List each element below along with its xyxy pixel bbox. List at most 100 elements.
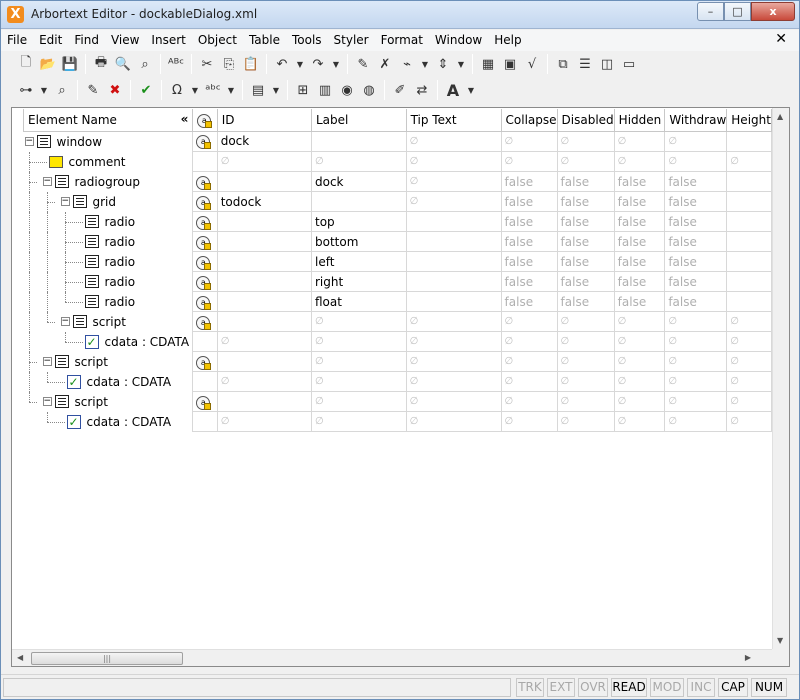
element-name[interactable]: grid — [93, 195, 117, 209]
attributes-cell[interactable] — [192, 371, 218, 392]
cell-withdraw[interactable]: ∅ — [664, 351, 728, 372]
cell-tip[interactable]: ∅ — [405, 411, 502, 432]
menu-tools[interactable]: Tools — [286, 30, 328, 51]
cell-label[interactable]: ∅ — [311, 351, 407, 372]
cell-disabled[interactable]: false — [556, 291, 615, 312]
menu-edit[interactable]: Edit — [33, 30, 68, 51]
cell-collapse[interactable]: false — [500, 211, 558, 232]
close-window-button[interactable]: x — [751, 2, 795, 21]
cell-height[interactable] — [726, 271, 772, 292]
column-header-height[interactable]: Height — [726, 109, 772, 132]
cell-id[interactable] — [216, 211, 313, 232]
tag-icon[interactable]: ⌁ — [396, 53, 418, 75]
grid-row[interactable]: ✓ cdata : CDATA ∅ ∅ ∅ ∅ ∅ ∅ ∅ ∅ — [24, 371, 772, 392]
attributes-cell[interactable]: a — [192, 211, 218, 232]
menu-help[interactable]: Help — [488, 30, 527, 51]
web-icon[interactable]: ◉ — [336, 79, 358, 101]
element-name[interactable]: radio — [105, 295, 136, 309]
edit-attributes-icon[interactable]: a — [196, 215, 212, 230]
grid-row[interactable]: − window a dock ∅ ∅ ∅ ∅ ∅ — [24, 130, 772, 152]
find-element-icon[interactable]: ⌕ — [51, 79, 73, 101]
cell-tip[interactable] — [405, 271, 502, 292]
element-tree-icon[interactable]: ⊶ — [15, 79, 37, 101]
dropdown-arrow-icon[interactable]: ▼ — [329, 53, 343, 75]
cell-withdraw[interactable]: ∅ — [664, 130, 728, 152]
element-name[interactable]: script — [75, 355, 108, 369]
cell-tip[interactable] — [405, 291, 502, 312]
insert-line-icon[interactable]: ⊞ — [292, 79, 314, 101]
vertical-scrollbar[interactable]: ▲ ▼ — [772, 108, 789, 649]
find-binoculars-icon[interactable]: ⌕ — [134, 53, 156, 75]
grid-row[interactable]: radio a right false false false false — [24, 271, 772, 292]
cell-label[interactable]: bottom — [311, 231, 407, 252]
font-size-icon[interactable]: A — [442, 79, 464, 101]
cell-id[interactable] — [216, 231, 313, 252]
attributes-cell[interactable]: a — [192, 251, 218, 272]
cell-tip[interactable]: ∅ — [405, 371, 502, 392]
cell-withdraw[interactable]: ∅ — [664, 151, 728, 172]
cell-height[interactable] — [726, 251, 772, 272]
element-name[interactable]: script — [93, 315, 126, 329]
grid-row[interactable]: − script a ∅ ∅ ∅ ∅ ∅ ∅ ∅ — [24, 391, 772, 412]
cell-withdraw[interactable]: ∅ — [664, 371, 728, 392]
cell-height[interactable] — [726, 130, 772, 152]
grid-row[interactable]: radio a bottom false false false false — [24, 231, 772, 252]
dropdown-arrow-icon[interactable]: ▼ — [188, 79, 202, 101]
paste-icon[interactable]: 📋 — [240, 53, 262, 75]
cell-label[interactable]: ∅ — [311, 411, 407, 432]
element-name[interactable]: radio — [105, 275, 136, 289]
edit-attributes-icon[interactable]: a — [196, 195, 212, 210]
cell-hidden[interactable]: false — [613, 291, 666, 312]
grid-row[interactable]: ✓ cdata : CDATA ∅ ∅ ∅ ∅ ∅ ∅ ∅ ∅ — [24, 331, 772, 352]
cell-height[interactable] — [726, 171, 772, 192]
tree-expander-icon[interactable]: − — [60, 196, 70, 206]
cell-label[interactable]: float — [311, 291, 407, 312]
edit-attributes-icon[interactable]: a — [196, 235, 212, 250]
cell-label[interactable]: dock — [311, 171, 407, 192]
menu-object[interactable]: Object — [192, 30, 243, 51]
cell-collapse[interactable]: false — [500, 271, 558, 292]
grid-row[interactable]: comment ∅ ∅ ∅ ∅ ∅ ∅ ∅ ∅ — [24, 151, 772, 172]
menu-table[interactable]: Table — [243, 30, 286, 51]
spell-icon[interactable]: ᵃᵇᶜ — [202, 79, 224, 101]
cell-tip[interactable]: ∅ — [405, 331, 502, 352]
cell-disabled[interactable]: ∅ — [556, 351, 615, 372]
element-name[interactable]: cdata : CDATA — [87, 415, 172, 429]
print-icon[interactable]: 🖶 — [90, 53, 112, 75]
edit-attributes-icon[interactable]: a — [196, 255, 212, 270]
cell-tip[interactable]: ∅ — [405, 151, 502, 172]
cell-label[interactable] — [311, 130, 407, 152]
cell-withdraw[interactable]: false — [664, 191, 728, 212]
attributes-cell[interactable] — [192, 331, 218, 352]
column-header-element-name[interactable]: Element Name « — [23, 109, 194, 132]
dropdown-arrow-icon[interactable]: ▼ — [293, 53, 307, 75]
cell-tip[interactable] — [405, 251, 502, 272]
cell-hidden[interactable]: false — [613, 171, 666, 192]
cell-label[interactable]: ∅ — [311, 311, 407, 332]
grid-row[interactable]: − script a ∅ ∅ ∅ ∅ ∅ ∅ ∅ — [24, 311, 772, 332]
attributes-cell[interactable]: a — [192, 271, 218, 292]
cell-collapse[interactable]: ∅ — [500, 151, 558, 172]
dropdown-arrow-icon[interactable]: ▼ — [269, 79, 283, 101]
cell-collapse[interactable]: ∅ — [500, 351, 558, 372]
cell-label[interactable]: left — [311, 251, 407, 272]
menu-insert[interactable]: Insert — [145, 30, 191, 51]
cell-disabled[interactable]: ∅ — [556, 411, 615, 432]
attributes-cell[interactable]: a — [192, 351, 218, 372]
dropdown-arrow-icon[interactable]: ▼ — [454, 53, 468, 75]
new-document-icon[interactable]: 🗋 — [15, 53, 37, 75]
cell-tip[interactable]: ∅ — [405, 171, 502, 192]
cell-collapse[interactable]: ∅ — [500, 331, 558, 352]
element-name[interactable]: radio — [105, 235, 136, 249]
column-header-collapse[interactable]: Collapse — [500, 109, 558, 132]
cell-withdraw[interactable]: ∅ — [664, 391, 728, 412]
cell-collapse[interactable]: false — [500, 231, 558, 252]
spell-check-icon[interactable]: ᴬᴮᶜ — [165, 53, 187, 75]
attributes-cell[interactable]: a — [192, 231, 218, 252]
cell-disabled[interactable]: false — [556, 251, 615, 272]
scroll-left-icon[interactable]: ◀ — [17, 653, 23, 662]
edit-attributes-icon[interactable]: a — [196, 315, 212, 330]
grid-row[interactable]: radio a float false false false false — [24, 291, 772, 312]
print-preview-icon[interactable]: 🔍 — [112, 53, 134, 75]
cell-id[interactable] — [216, 251, 313, 272]
